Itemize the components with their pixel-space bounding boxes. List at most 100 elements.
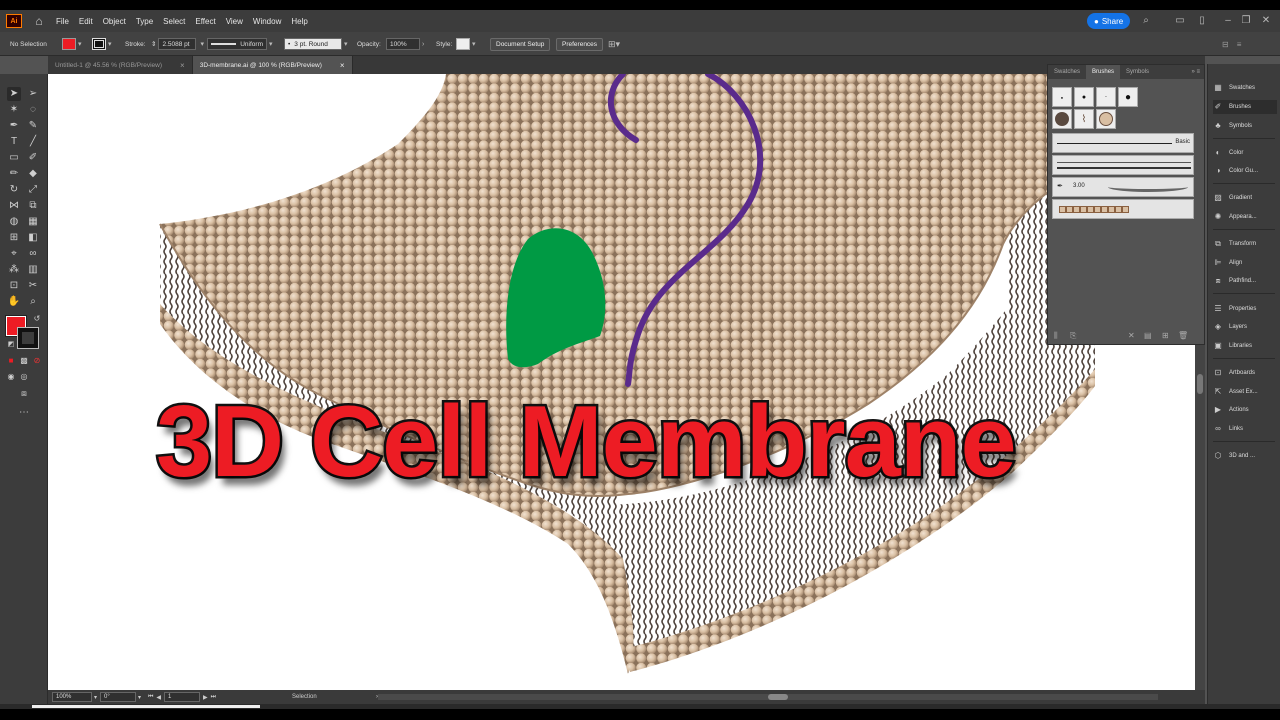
rotation-select[interactable]: 0° ▾ [100, 690, 141, 704]
style-select[interactable]: ▾ [456, 32, 476, 56]
dock-3d-materials[interactable]: ⬡ 3D and ... [1213, 449, 1277, 463]
dock-links[interactable]: ∞ Links [1213, 422, 1277, 436]
arrange-documents-icon[interactable]: ⊞▾ [608, 32, 620, 56]
chevron-right-icon[interactable]: › [422, 41, 424, 48]
eraser-tool-icon[interactable]: ◆ [26, 167, 40, 181]
type-tool-icon[interactable]: T [7, 135, 21, 149]
dock-brushes[interactable]: ✐ Brushes [1213, 100, 1277, 114]
mesh-tool-icon[interactable]: ⊞ [7, 231, 21, 245]
dock-pathfinder[interactable]: ⧈ Pathfind... [1213, 274, 1277, 288]
scale-tool-icon[interactable]: ⤢ [26, 183, 40, 197]
shape-builder-tool-icon[interactable]: ◍ [7, 215, 21, 229]
selection-tool-icon[interactable]: ➤ [7, 87, 21, 101]
stroke-weight-field[interactable]: ⇕ 2.5088 pt ▾ [151, 32, 204, 56]
dock-asset-export[interactable]: ⇱ Asset Ex... [1213, 385, 1277, 399]
dock-appearance[interactable]: ✺ Appeara... [1213, 210, 1277, 224]
brush-dot-medium[interactable]: ● [1074, 87, 1094, 107]
direct-selection-tool-icon[interactable]: ➢ [26, 87, 40, 101]
search-icon[interactable]: ⌕ [1140, 15, 1152, 27]
shaper-tool-icon[interactable]: ✏ [7, 167, 21, 181]
symbol-sprayer-tool-icon[interactable]: ⁂ [7, 263, 21, 277]
tab-brushes[interactable]: Brushes [1086, 65, 1121, 79]
hand-tool-icon[interactable]: ✋ [7, 295, 21, 309]
menu-effect[interactable]: Effect [195, 17, 215, 26]
remove-stroke-icon[interactable]: ✕ [1128, 331, 1135, 340]
pen-tool-icon[interactable]: ✒ [7, 119, 21, 133]
color-mode-icon[interactable]: ■ [4, 354, 18, 368]
tab-swatches[interactable]: Swatches [1048, 65, 1086, 79]
screen-mode-icon[interactable]: ⧈ [17, 386, 31, 400]
brush-basic-row[interactable]: Basic [1052, 133, 1194, 153]
dock-libraries[interactable]: ▣ Libraries [1213, 339, 1277, 353]
dock-color[interactable]: ◐ Color [1213, 146, 1277, 160]
scroll-thumb[interactable] [1197, 374, 1203, 394]
stepper-icon[interactable]: ⇕ [151, 40, 156, 48]
menu-window[interactable]: Window [253, 17, 281, 26]
menu-type[interactable]: Type [136, 17, 153, 26]
dock-properties[interactable]: ☰ Properties [1213, 302, 1277, 316]
gradient-tool-icon[interactable]: ◧ [26, 231, 40, 245]
lasso-tool-icon[interactable]: ◌ [26, 103, 40, 117]
dock-layers[interactable]: ◈ Layers [1213, 320, 1277, 334]
menu-icon[interactable]: ≡ [1237, 40, 1242, 49]
menu-file[interactable]: File [56, 17, 69, 26]
rotation-value[interactable]: 0° [100, 692, 136, 702]
rotate-tool-icon[interactable]: ↻ [7, 183, 21, 197]
brush-charcoal-row[interactable] [1052, 155, 1194, 175]
column-graph-tool-icon[interactable]: ▥ [26, 263, 40, 277]
line-tool-icon[interactable]: ╱ [26, 135, 40, 149]
brush-dot-tiny[interactable]: ● [1096, 87, 1116, 107]
brush-head-swatch[interactable] [1096, 109, 1116, 129]
brush-import-icon[interactable]: ⎘ [1070, 331, 1076, 341]
stroke-weight-input[interactable]: 2.5088 pt [158, 38, 197, 50]
menu-help[interactable]: Help [291, 17, 307, 26]
brush-tail-swatch[interactable] [1052, 109, 1072, 129]
menu-edit[interactable]: Edit [79, 17, 93, 26]
default-colors-icon[interactable]: ◩ [4, 338, 18, 352]
artboard-number[interactable]: 1 [164, 692, 201, 702]
zoom-select[interactable]: 100% ▾ [52, 690, 97, 704]
perspective-grid-tool-icon[interactable]: ▦ [26, 215, 40, 229]
brush-taper-row[interactable]: ✒ 3.00 [1052, 177, 1194, 197]
close-icon[interactable]: × [340, 61, 345, 70]
home-icon[interactable]: ⌂ [32, 14, 46, 28]
curvature-tool-icon[interactable]: ✎ [26, 119, 40, 133]
stroke-control[interactable]: ▾ [92, 32, 112, 56]
prev-artboard-icon[interactable]: ◀ [156, 694, 161, 701]
menu-view[interactable]: View [226, 17, 243, 26]
fill-control[interactable]: ▾ [62, 32, 82, 56]
dock-symbols[interactable]: ♣ Symbols [1213, 119, 1277, 133]
first-artboard-icon[interactable]: ⏮ [148, 694, 153, 701]
artboard-canvas[interactable]: 3D Cell Membrane [48, 74, 1195, 690]
fill-swatch[interactable] [62, 38, 76, 50]
more-tools-icon[interactable]: ⋯ [17, 406, 31, 420]
workspace-icon[interactable]: ▯ [1196, 15, 1208, 27]
preferences-button[interactable]: Preferences [556, 32, 604, 56]
dock-align[interactable]: ⊫ Align [1213, 256, 1277, 270]
close-icon[interactable]: ✕ [1260, 15, 1272, 27]
zoom-tool-icon[interactable]: ⌕ [26, 295, 40, 309]
eyedropper-tool-icon[interactable]: ⌖ [7, 247, 21, 261]
dock-transform[interactable]: ⧉ Transform [1213, 237, 1277, 251]
rectangle-tool-icon[interactable]: ▭ [7, 151, 21, 165]
panel-menu-icon[interactable]: » ≡ [1191, 69, 1200, 75]
horizontal-scrollbar[interactable] [378, 694, 1158, 700]
opacity-field[interactable]: 100% › [386, 32, 424, 56]
dock-swatches[interactable]: ▦ Swatches [1213, 81, 1277, 95]
draw-behind-icon[interactable]: ◎ [17, 370, 31, 384]
dock-artboards[interactable]: ⊡ Artboards [1213, 366, 1277, 380]
paintbrush-tool-icon[interactable]: ✐ [26, 151, 40, 165]
stroke-color-swatch[interactable] [17, 327, 39, 349]
brush-definition-select[interactable]: • 3 pt. Round ▾ [284, 32, 348, 56]
tab-untitled[interactable]: Untitled-1 @ 45.56 % (RGB/Preview) × [48, 56, 193, 74]
scroll-thumb[interactable] [768, 694, 788, 700]
dock-actions[interactable]: ▶ Actions [1213, 403, 1277, 417]
stroke-swatch[interactable] [92, 38, 106, 50]
stroke-profile-select[interactable]: Uniform ▾ [207, 32, 273, 56]
new-brush-icon[interactable]: ⊞ [1162, 331, 1169, 340]
dock-gradient[interactable]: ▨ Gradient [1213, 191, 1277, 205]
menu-object[interactable]: Object [103, 17, 126, 26]
tab-3d-membrane[interactable]: 3D-membrane.ai @ 100 % (RGB/Preview) × [192, 56, 353, 74]
free-transform-tool-icon[interactable]: ⧉ [26, 199, 40, 213]
width-tool-icon[interactable]: ⋈ [7, 199, 21, 213]
